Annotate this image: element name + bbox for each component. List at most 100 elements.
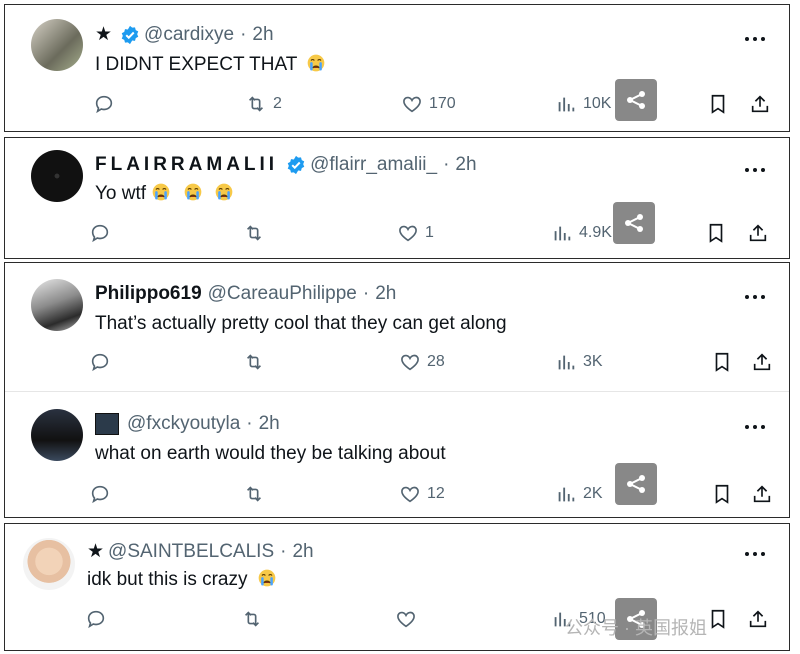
separator-dot: ·: [280, 540, 287, 562]
user-handle[interactable]: @cardixye: [144, 24, 234, 46]
views-button[interactable]: 2K: [555, 483, 603, 505]
star-icon: ★: [87, 541, 105, 562]
timestamp[interactable]: 2h: [455, 154, 476, 176]
avatar[interactable]: [31, 279, 83, 331]
timestamp[interactable]: 2h: [252, 24, 273, 46]
tweet-text: idk but this is crazy: [87, 569, 248, 590]
share-button[interactable]: [751, 483, 773, 505]
tweet-text: I DIDNT EXPECT THAT: [95, 54, 298, 75]
reply-button[interactable]: [89, 483, 111, 505]
user-handle[interactable]: @fxckyoutyla: [127, 413, 240, 435]
views-count: 10K: [583, 95, 612, 112]
avatar[interactable]: [31, 150, 83, 202]
retweet-icon: [243, 351, 265, 373]
reply-icon: [89, 483, 111, 505]
views-chart-icon: [551, 222, 573, 244]
retweet-button[interactable]: [243, 351, 265, 373]
like-button[interactable]: 12: [399, 483, 445, 505]
reply-icon: [89, 351, 111, 373]
bookmark-icon: [705, 222, 727, 244]
display-name[interactable]: FLAIRRAMALII: [95, 154, 278, 176]
bookmark-button[interactable]: [705, 222, 727, 244]
like-button[interactable]: 28: [399, 351, 445, 373]
share-nodes-icon: [624, 472, 648, 496]
share-nodes-icon: [624, 88, 648, 112]
user-handle[interactable]: @CareauPhilippe: [208, 283, 357, 305]
timestamp[interactable]: 2h: [375, 283, 396, 305]
avatar[interactable]: [31, 409, 83, 461]
like-button[interactable]: [395, 608, 417, 630]
like-count: 1: [425, 224, 434, 241]
avatar[interactable]: [23, 538, 75, 590]
more-dots-icon[interactable]: [743, 160, 767, 180]
loudly-crying-face-emoji: [306, 53, 326, 73]
share-icon: [751, 483, 773, 505]
like-button[interactable]: 170: [401, 93, 456, 115]
user-handle[interactable]: @flairr_amalii_: [310, 154, 437, 176]
reply-button[interactable]: [89, 351, 111, 373]
timestamp[interactable]: 2h: [259, 413, 280, 435]
tweet-header: ★ @SAINTBELCALIS · 2h: [87, 540, 314, 563]
watermark-text: 公众号 · 英国报姐: [565, 618, 707, 638]
more-dots-icon[interactable]: [743, 417, 767, 437]
share-icon: [747, 222, 769, 244]
heart-icon: [395, 608, 417, 630]
bookmark-button[interactable]: [711, 483, 733, 505]
heart-icon: [399, 483, 421, 505]
tweet-header: ★ @cardixye · 2h: [95, 23, 274, 46]
loudly-crying-face-emoji: [257, 568, 277, 588]
avatar[interactable]: [31, 19, 83, 71]
heart-icon: [397, 222, 419, 244]
bookmark-icon: [707, 608, 729, 630]
star-icon: ★: [95, 24, 113, 45]
views-button[interactable]: 3K: [555, 351, 603, 373]
like-count: 170: [429, 95, 456, 112]
share-overlay-button[interactable]: [615, 79, 657, 121]
share-button[interactable]: [747, 608, 769, 630]
reply-button[interactable]: [85, 608, 107, 630]
like-button[interactable]: 1: [397, 222, 434, 244]
share-overlay-button[interactable]: [615, 463, 657, 505]
reply-button[interactable]: [93, 93, 115, 115]
reply-icon: [85, 608, 107, 630]
more-dots-icon[interactable]: [743, 544, 767, 564]
views-chart-icon: [555, 351, 577, 373]
retweet-button[interactable]: 2: [245, 93, 282, 115]
bookmark-button[interactable]: [707, 608, 729, 630]
verified-badge-icon: [120, 25, 140, 45]
reply-icon: [93, 93, 115, 115]
user-handle[interactable]: @SAINTBELCALIS: [108, 541, 274, 563]
tweet-text-row: Yo wtf: [95, 182, 234, 205]
retweet-button[interactable]: [243, 222, 265, 244]
share-nodes-icon: [622, 211, 646, 235]
tweet-card-3: Philippo619 @CareauPhilippe · 2h That’s …: [4, 262, 790, 518]
views-button[interactable]: 10K: [555, 93, 611, 115]
timestamp[interactable]: 2h: [292, 541, 313, 563]
display-name[interactable]: Philippo619: [95, 283, 202, 305]
views-button[interactable]: 4.9K: [551, 222, 612, 244]
views-count: 2K: [583, 485, 603, 502]
more-dots-icon[interactable]: [743, 287, 767, 307]
retweet-button[interactable]: [243, 483, 265, 505]
retweet-icon: [243, 483, 265, 505]
more-dots-icon[interactable]: [743, 29, 767, 49]
heart-icon: [401, 93, 423, 115]
tweet-text: what on earth would they be talking abou…: [95, 443, 446, 464]
action-bar: 1 4.9K: [5, 222, 789, 250]
tweet-card-1: ★ @cardixye · 2h I DIDNT EXPECT THAT 2 1…: [4, 4, 790, 132]
share-button[interactable]: [747, 222, 769, 244]
share-overlay-button[interactable]: [613, 202, 655, 244]
share-button[interactable]: [749, 93, 771, 115]
bookmark-button[interactable]: [707, 93, 729, 115]
tweet-header: FLAIRRAMALII @flairr_amalii_ · 2h: [95, 154, 477, 176]
share-button[interactable]: [751, 351, 773, 373]
views-chart-icon: [555, 483, 577, 505]
reply-button[interactable]: [89, 222, 111, 244]
tweet-header: @fxckyoutyla · 2h: [95, 413, 280, 435]
bookmark-button[interactable]: [711, 351, 733, 373]
like-count: 28: [427, 353, 445, 370]
retweet-button[interactable]: [241, 608, 263, 630]
loudly-crying-face-emoji: [214, 182, 234, 202]
bookmark-icon: [707, 93, 729, 115]
separator-dot: ·: [443, 154, 450, 175]
